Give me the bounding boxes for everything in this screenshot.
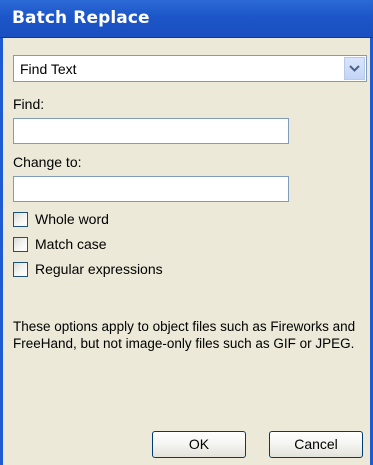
batch-replace-dialog: Batch Replace Find Text Find: Change to:…	[0, 0, 373, 465]
whole-word-option[interactable]: Whole word	[13, 211, 163, 230]
match-case-label[interactable]: Match case	[35, 236, 107, 252]
ok-button[interactable]: OK	[152, 431, 246, 458]
find-label: Find:	[13, 96, 45, 112]
dialog-body: Find Text Find: Change to: Whole word Ma…	[0, 38, 373, 465]
title-bar[interactable]: Batch Replace	[0, 0, 373, 38]
mode-select[interactable]: Find Text	[13, 55, 367, 82]
chevron-down-icon	[349, 65, 360, 72]
mode-select-value: Find Text	[20, 61, 77, 77]
window-title: Batch Replace	[12, 8, 150, 28]
regular-expressions-label[interactable]: Regular expressions	[35, 261, 163, 277]
options-info-text: These options apply to object files such…	[13, 319, 356, 351]
dropdown-button[interactable]	[344, 57, 365, 80]
whole-word-label[interactable]: Whole word	[35, 211, 109, 227]
cancel-button[interactable]: Cancel	[269, 431, 363, 458]
change-to-label: Change to:	[13, 154, 82, 170]
match-case-option[interactable]: Match case	[13, 236, 163, 255]
change-to-input[interactable]	[13, 176, 289, 202]
regular-expressions-checkbox[interactable]	[13, 262, 28, 277]
whole-word-checkbox[interactable]	[13, 212, 28, 227]
match-case-checkbox[interactable]	[13, 237, 28, 252]
find-input[interactable]	[13, 118, 289, 144]
regular-expressions-option[interactable]: Regular expressions	[13, 261, 213, 280]
